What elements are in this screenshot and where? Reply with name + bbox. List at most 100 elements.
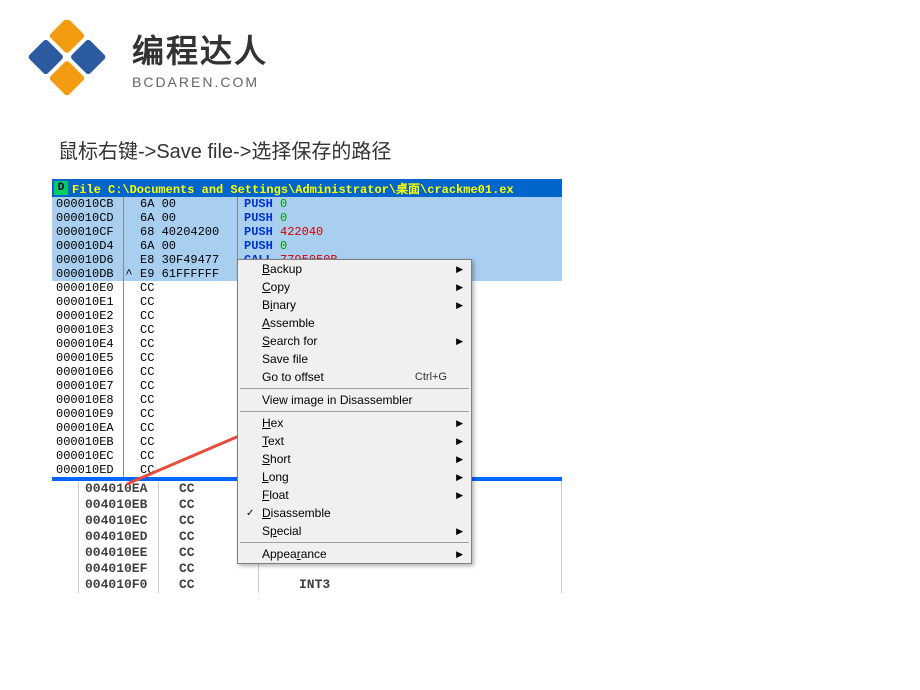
menu-label: Assemble: [262, 316, 315, 330]
address-cell: 000010E3: [52, 323, 124, 337]
logo-area: 编程达人 BCDAREN.COM: [0, 0, 920, 105]
bytes-cell: 6A 00: [134, 197, 238, 211]
address-cell: 000010E1: [52, 295, 124, 309]
address-cell: 000010ED: [52, 463, 124, 477]
logo-text: 编程达人 BCDAREN.COM: [132, 26, 268, 90]
window-title: File C:\Documents and Settings\Administr…: [72, 180, 514, 197]
menu-item-binary[interactable]: Binary▶: [238, 296, 471, 314]
menu-item-short[interactable]: Short ▶: [238, 450, 471, 468]
menu-item-text[interactable]: Text ▶: [238, 432, 471, 450]
submenu-arrow-icon: ▶: [456, 336, 463, 347]
asm-row[interactable]: 000010CF68 40204200PUSH 422040: [52, 225, 562, 239]
bytes-cell: CC: [134, 281, 238, 295]
address-cell: 004010EC: [79, 513, 159, 529]
menu-item-backup[interactable]: Backup ▶: [238, 260, 471, 278]
address-cell: 000010CB: [52, 197, 124, 211]
address-cell: 004010EF: [79, 561, 159, 577]
menu-item-special[interactable]: Special▶: [238, 522, 471, 540]
address-cell: 000010E7: [52, 379, 124, 393]
menu-separator: [240, 542, 469, 543]
bytes-cell: CC: [159, 577, 259, 593]
bytes-cell: CC: [134, 309, 238, 323]
bytes-cell: CC: [134, 295, 238, 309]
debugger-window: D File C:\Documents and Settings\Adminis…: [52, 179, 562, 477]
bytes-cell: E9 61FFFFFF: [134, 267, 238, 281]
menu-item-hex[interactable]: Hex ▶: [238, 414, 471, 432]
address-cell: 000010CD: [52, 211, 124, 225]
address-cell: 004010EE: [79, 545, 159, 561]
bytes-cell: CC: [134, 407, 238, 421]
bytes-cell: CC: [134, 365, 238, 379]
window-type-icon: D: [54, 181, 68, 195]
instruction-text: 鼠标右键->Save file->选择保存的路径: [0, 105, 920, 179]
menu-label: Hex: [262, 416, 283, 430]
bytes-cell: CC: [134, 393, 238, 407]
menu-item-save-file[interactable]: Save file: [238, 350, 471, 368]
check-icon: ✓: [246, 508, 254, 519]
menu-item-copy[interactable]: Copy ▶: [238, 278, 471, 296]
menu-label: Appearance: [262, 547, 327, 561]
menu-label: Copy: [262, 280, 290, 294]
asm-row[interactable]: 000010CD 6A 00PUSH 0: [52, 211, 562, 225]
bytes-cell: 6A 00: [134, 239, 238, 253]
logo-cn: 编程达人: [132, 26, 268, 72]
menu-item-assemble[interactable]: Assemble: [238, 314, 471, 332]
menu-label: View image in Disassembler: [262, 393, 413, 407]
submenu-arrow-icon: ▶: [456, 454, 463, 465]
menu-separator: [240, 388, 469, 389]
address-cell: 000010E0: [52, 281, 124, 295]
bytes-cell: 68 40204200: [134, 225, 238, 239]
shortcut-text: Ctrl+G: [415, 371, 447, 383]
menu-item-view-image-in-disassembler[interactable]: View image in Disassembler: [238, 391, 471, 409]
submenu-arrow-icon: ▶: [456, 436, 463, 447]
asm-row[interactable]: 000010D4 6A 00PUSH 0: [52, 239, 562, 253]
bytes-cell: CC: [134, 449, 238, 463]
title-bar[interactable]: D File C:\Documents and Settings\Adminis…: [52, 179, 562, 197]
instruction-cell: PUSH 0: [238, 211, 287, 225]
menu-item-float[interactable]: Float▶: [238, 486, 471, 504]
instruction-cell: PUSH 422040: [238, 225, 323, 239]
menu-separator: [240, 411, 469, 412]
logo-icon: [12, 20, 122, 95]
submenu-arrow-icon: ▶: [456, 264, 463, 275]
asm-row[interactable]: 000010CB 6A 00PUSH 0: [52, 197, 562, 211]
bytes-cell: CC: [134, 379, 238, 393]
menu-item-disassemble[interactable]: ✓ Disassemble: [238, 504, 471, 522]
address-cell: 000010E4: [52, 337, 124, 351]
address-cell: 004010ED: [79, 529, 159, 545]
instruction-cell: PUSH 0: [238, 239, 287, 253]
address-cell: 000010E2: [52, 309, 124, 323]
bytes-cell: CC: [134, 337, 238, 351]
submenu-arrow-icon: ▶: [456, 282, 463, 293]
address-cell: 000010EA: [52, 421, 124, 435]
menu-label: Long: [262, 470, 289, 484]
bytes-cell: E8 30F49477: [134, 253, 238, 267]
menu-label: Text: [262, 434, 284, 448]
address-cell: 000010E6: [52, 365, 124, 379]
menu-item-search-for[interactable]: Search for ▶: [238, 332, 471, 350]
menu-item-appearance[interactable]: Appearance ▶: [238, 545, 471, 563]
menu-item-long[interactable]: Long ▶: [238, 468, 471, 486]
menu-label: Special: [262, 524, 301, 538]
bytes-cell: CC: [134, 323, 238, 337]
menu-label: Disassemble: [262, 506, 331, 520]
menu-label: Backup: [262, 262, 302, 276]
address-cell: 000010D4: [52, 239, 124, 253]
address-cell: 000010E5: [52, 351, 124, 365]
context-menu: Backup▶Copy▶Binary▶AssembleSearch for▶Sa…: [237, 259, 472, 564]
bytes-cell: 6A 00: [134, 211, 238, 225]
instruction-cell: INT3: [259, 577, 330, 593]
submenu-arrow-icon: ▶: [456, 472, 463, 483]
submenu-arrow-icon: ▶: [456, 418, 463, 429]
submenu-arrow-icon: ▶: [456, 549, 463, 560]
menu-label: Short: [262, 452, 291, 466]
address-cell: 004010F0: [79, 577, 159, 593]
submenu-arrow-icon: ▶: [456, 300, 463, 311]
menu-label: Search for: [262, 334, 317, 348]
bytes-cell: CC: [134, 351, 238, 365]
instruction-cell: PUSH 0: [238, 197, 287, 211]
menu-label: Save file: [262, 352, 308, 366]
table-row[interactable]: 004010F0CCINT3: [79, 577, 561, 593]
bytes-cell: CC: [134, 435, 238, 449]
menu-item-go-to-offset[interactable]: Go to offsetCtrl+G: [238, 368, 471, 386]
